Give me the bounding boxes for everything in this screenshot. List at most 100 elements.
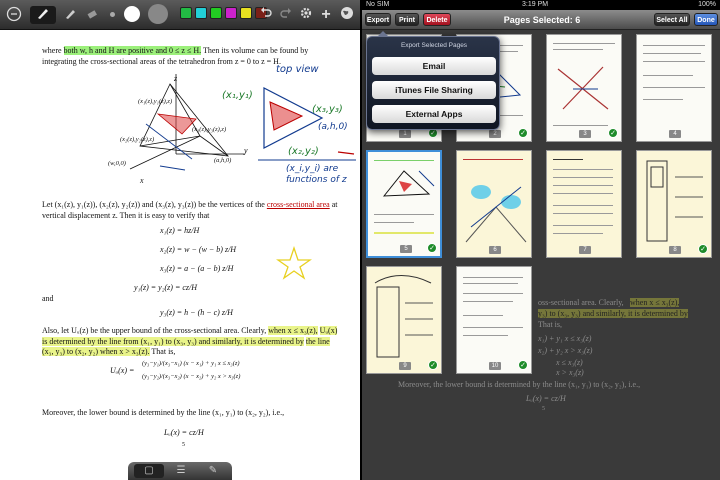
page-thumbnail-9[interactable]: 9 ✓ — [366, 266, 442, 374]
color-swatch-1[interactable] — [180, 7, 192, 19]
editor-toolbar: + — [0, 0, 360, 30]
para-lower-bound: Moreover, the lower bound is determined … — [42, 408, 285, 417]
ink-star — [276, 246, 312, 280]
page-number-badge: 9 — [399, 362, 411, 370]
email-option[interactable]: Email — [372, 57, 496, 75]
color-swatch-3[interactable] — [210, 7, 222, 19]
background-text: x > x₃(z) — [556, 368, 584, 377]
page-thumbnail-3[interactable]: 3 ✓ — [546, 34, 622, 142]
battery-label: 100% — [698, 1, 716, 8]
para-upper-bound: Also, let Uᵤ(z) be the upper bound of th… — [42, 326, 342, 358]
globe-icon[interactable] — [338, 6, 356, 24]
page-thumbnail-10[interactable]: 10 ✓ — [456, 266, 532, 374]
axis-label: y — [244, 146, 248, 155]
background-text: x₂) + y₂ x > x₃(z) — [538, 346, 593, 355]
page-view-icon[interactable]: ▢ — [134, 464, 164, 478]
background-text: That is, — [538, 320, 562, 329]
export-pane: No SIM 3:19 PM 100% Export Print Delete … — [362, 0, 720, 480]
select-all-button[interactable]: Select All — [654, 13, 690, 26]
para-vertices: Let (x₁(z), y₁(z)), (x₂(z), y₂(z)) and (… — [42, 200, 342, 221]
axis-label: z — [174, 74, 178, 83]
text: where — [42, 46, 62, 55]
underlined-text: cross-sectional area — [266, 200, 330, 209]
color-swatch-5[interactable] — [240, 7, 252, 19]
equation: x₂(z) = w − (w − b) z/H — [160, 245, 237, 254]
clear-icon[interactable] — [4, 6, 24, 24]
page-thumbnail-5[interactable]: 5 ✓ — [366, 150, 442, 258]
edit-view-icon[interactable]: ✎ — [198, 464, 228, 478]
status-bar: No SIM 3:19 PM 100% — [362, 0, 720, 10]
page-thumbnail-6[interactable]: 6 — [456, 150, 532, 258]
page-number-badge: 7 — [579, 246, 591, 254]
ink-text: (x₃,y₃) — [312, 104, 343, 115]
checkmark-icon: ✓ — [428, 360, 438, 370]
fig-label: (a,h,0) — [214, 157, 232, 164]
carrier-label: No SIM — [366, 1, 390, 8]
page-number-badge: 6 — [489, 246, 501, 254]
checkmark-icon: ✓ — [427, 243, 437, 253]
checkmark-icon: ✓ — [698, 244, 708, 254]
print-button[interactable]: Print — [395, 13, 419, 26]
itunes-file-sharing-option[interactable]: iTunes File Sharing — [372, 81, 496, 99]
pencil-icon[interactable] — [62, 6, 80, 24]
pen-icon[interactable] — [30, 6, 56, 24]
clock: 3:19 PM — [522, 1, 549, 8]
page-number-badge: 3 — [579, 130, 591, 138]
page-number-badge: 10 — [489, 362, 501, 370]
size-medium-dot[interactable] — [124, 6, 140, 22]
text: Then its volume can be found by — [202, 46, 309, 55]
redo-icon[interactable] — [278, 6, 294, 24]
eraser-icon[interactable] — [84, 6, 100, 24]
document-page[interactable]: where both w, h and H are positive and 0… — [0, 30, 360, 480]
export-popover: Export Selected Pages Email iTunes File … — [366, 31, 500, 130]
gear-icon[interactable] — [298, 6, 314, 24]
fig-label: (x₂(z),y₂(z),z) — [120, 136, 155, 143]
external-apps-option[interactable]: External Apps — [372, 105, 496, 123]
background-text: oss-sectional area. Clearly, — [538, 298, 624, 307]
highlighted-text: both w, h and H are positive and 0 ≤ z ≤… — [63, 46, 202, 55]
page-thumbnail-7[interactable]: 7 — [546, 150, 622, 258]
popover-title: Export Selected Pages — [400, 42, 468, 49]
export-button[interactable]: Export — [365, 13, 391, 26]
fig-label: (x₁(z),y₁(z),z) — [138, 98, 173, 105]
ink-text: (x₁,y₁) — [222, 90, 253, 101]
ink-text: (x₂,y₂) — [288, 146, 319, 157]
equation: (y₃−y₁)/(x₃−x₁) (x − x₁) + y₁ x ≤ x₃(z) — [142, 360, 240, 367]
ink-text: (a,h,0) — [318, 122, 348, 132]
background-text: 5 — [542, 406, 545, 412]
plus-icon[interactable]: + — [318, 6, 334, 24]
list-view-icon[interactable]: ☰ — [166, 464, 196, 478]
checkmark-icon: ✓ — [608, 128, 618, 138]
equation: x₃(z) = a − (a − b) z/H — [160, 264, 234, 273]
page-number-badge: 4 — [669, 130, 681, 138]
app-root: + where both w, h and H are positive and… — [0, 0, 720, 480]
ink-text: top view — [276, 64, 319, 75]
undo-icon[interactable] — [258, 5, 274, 23]
page-thumbnail-8[interactable]: 8 ✓ — [636, 150, 712, 258]
background-text: Moreover, the lower bound is determined … — [398, 380, 641, 389]
color-swatch-4[interactable] — [225, 7, 237, 19]
axis-label: x — [140, 176, 144, 185]
equation: y₁(z) = y₂(z) = cz/H — [134, 283, 198, 292]
size-large-dot[interactable] — [148, 4, 168, 24]
text: Also, let Uᵤ(z) be the upper bound of th… — [42, 326, 267, 335]
page-title: Pages Selected: 6 — [503, 15, 581, 25]
equation: y₃(z) = h − (h − c) z/H — [160, 308, 233, 317]
color-swatch-2[interactable] — [195, 7, 207, 19]
background-text: y₃) to (x₃, y₃) and similarly, it is det… — [538, 309, 688, 318]
background-text: Lᵤ(x) = cz/H — [526, 394, 566, 403]
size-small-dot[interactable] — [110, 12, 115, 17]
background-text: x₁) + y₁ x ≤ x₃(z) — [538, 334, 592, 343]
checkmark-icon: ✓ — [518, 360, 528, 370]
equation: (y₃−y₂)/(x₃−x₂) (x − x₂) + y₂ x > x₃(z) — [142, 373, 241, 380]
delete-button[interactable]: Delete — [423, 13, 451, 26]
page-thumbnail-4[interactable]: 4 — [636, 34, 712, 142]
equation: Uᵤ(x) = — [110, 366, 135, 375]
fig-label: (x₃(z),y₃(z),z) — [192, 126, 227, 133]
view-switcher: ▢ ☰ ✎ — [128, 462, 232, 480]
done-button[interactable]: Done — [694, 13, 718, 26]
text: integrating the cross-sectional areas of… — [42, 56, 281, 66]
checkmark-icon: ✓ — [518, 128, 528, 138]
equation: Lᵤ(x) = cz/H — [164, 428, 204, 437]
equation: x₁(z) = hz/H — [160, 226, 200, 235]
